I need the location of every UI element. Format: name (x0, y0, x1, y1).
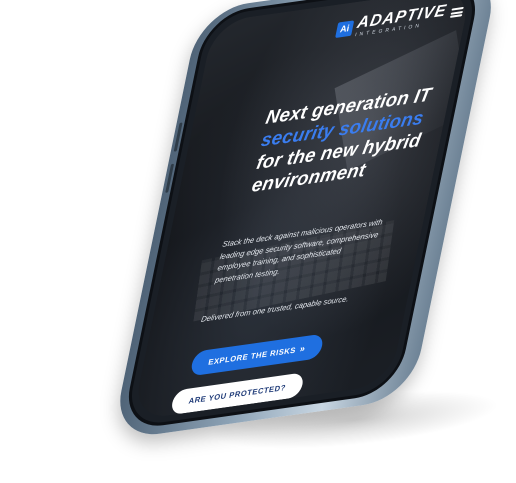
double-chevron-right-icon: » (298, 343, 307, 355)
are-you-protected-label: ARE YOU PROTECTED? (187, 382, 287, 406)
hero-headline: Next generation IT security solutions fo… (250, 80, 459, 197)
logo-mark-icon: Ai (335, 19, 355, 38)
phone-screen: Ai ADAPTIVE INTEGRATION Next generation … (131, 0, 473, 421)
product-mockup-stage: Ai ADAPTIVE INTEGRATION Next generation … (0, 0, 516, 483)
explore-risks-button[interactable]: EXPLORE THE RISKS » (189, 333, 325, 377)
site-logo[interactable]: Ai ADAPTIVE INTEGRATION (334, 2, 448, 41)
explore-risks-label: EXPLORE THE RISKS (207, 344, 297, 367)
phone-screen-bezel: Ai ADAPTIVE INTEGRATION Next generation … (120, 0, 484, 432)
logo-text: ADAPTIVE INTEGRATION (354, 2, 448, 38)
hamburger-icon[interactable] (449, 6, 464, 18)
